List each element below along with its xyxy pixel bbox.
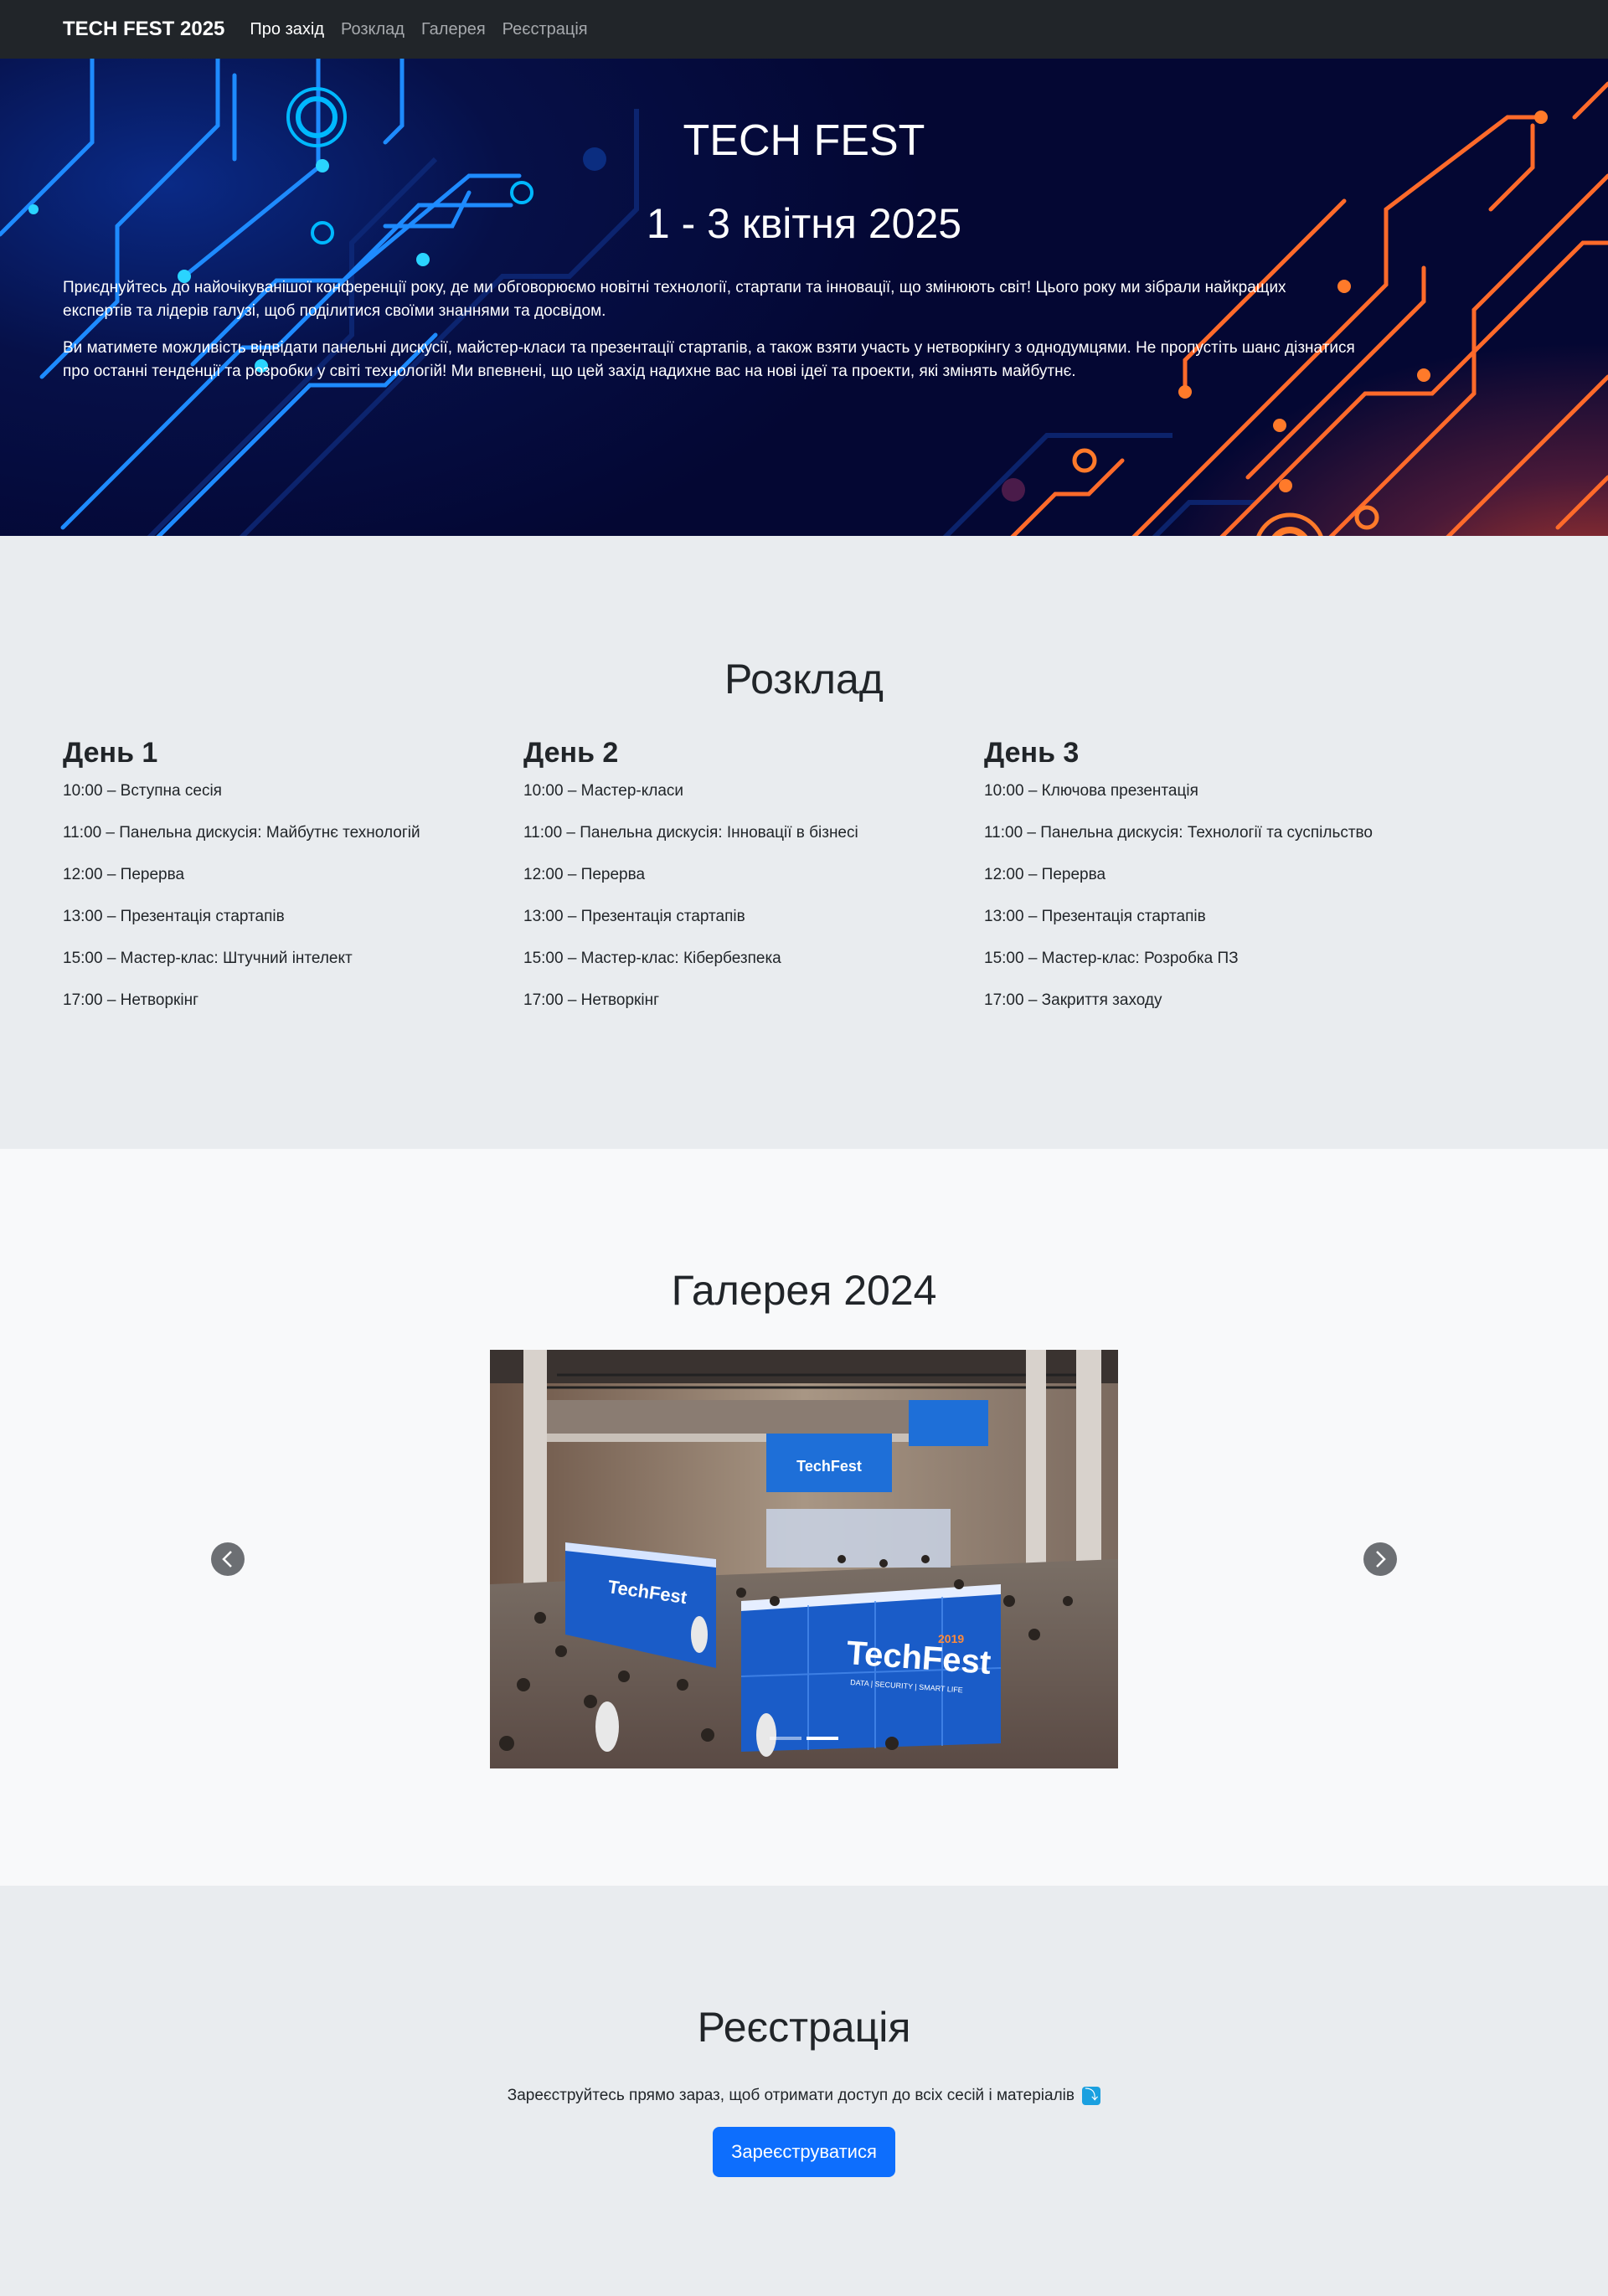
schedule-item: 15:00 – Мастер-клас: Штучний інтелект [63,950,353,967]
gallery-title: Галерея 2024 [671,1267,937,1314]
registration-section: Реєстрація Зареєструйтесь прямо зараз, щ… [0,1886,1608,2296]
hero-paragraph-1: Приєднуйтесь до найочікуванішої конферен… [63,279,1286,320]
carousel[interactable]: TechFest TechFest TechFest 2019 DATA | S… [490,1350,1118,1768]
schedule-item: 10:00 – Ключова презентація [984,782,1198,800]
hero-title: TECH FEST [683,116,925,165]
carousel-prev-button[interactable] [211,1542,245,1576]
chevron-left-icon [222,1551,232,1568]
day-title: День 2 [523,737,619,769]
nav-item-about[interactable]: Про захід [250,20,324,39]
schedule-section: Розклад День 1 10:00 – Вступна сесія 11:… [0,536,1608,1149]
photo-sign-year: 2019 [938,1632,964,1645]
schedule-item: 10:00 – Вступна сесія [63,782,222,800]
schedule-item: 17:00 – Нетворкінг [63,991,199,1009]
nav-item-schedule[interactable]: Розклад [341,20,405,39]
gallery-section: Галерея 2024 TechFest TechFest TechFest … [0,1149,1608,1886]
schedule-day-2: День 2 10:00 – Мастер-класи 11:00 – Пане… [523,737,984,1032]
day-title: День 1 [63,737,158,769]
schedule-item: 13:00 – Презентація стартапів [984,908,1206,925]
schedule-item: 13:00 – Презентація стартапів [523,908,745,925]
nav-item-registration[interactable]: Реєстрація [502,20,588,39]
schedule-item: 12:00 – Перерва [523,866,646,883]
arrow-down-emoji-icon: ⤵ [1082,2087,1101,2105]
schedule-days: День 1 10:00 – Вступна сесія 11:00 – Пан… [63,737,1545,1032]
schedule-title: Розклад [724,656,884,703]
schedule-item: 11:00 – Панельна дискусія: Інновації в б… [523,824,858,842]
schedule-item: 17:00 – Нетворкінг [523,991,660,1009]
schedule-day-3: День 3 10:00 – Ключова презентація 11:00… [984,737,1445,1032]
navbar: TECH FEST 2025 Про захід Розклад Галерея… [0,0,1608,59]
navbar-brand[interactable]: TECH FEST 2025 [63,18,224,41]
carousel-indicator-2[interactable] [807,1737,838,1740]
carousel-next-button[interactable] [1363,1542,1397,1576]
hero-paragraph-2: Ви матимете можливість відвідати панельн… [63,339,1355,380]
schedule-item: 12:00 – Перерва [63,866,185,883]
schedule-item: 17:00 – Закриття заходу [984,991,1162,1009]
schedule-item: 15:00 – Мастер-клас: Розробка ПЗ [984,950,1239,967]
schedule-item: 15:00 – Мастер-клас: Кібербезпека [523,950,781,967]
carousel-indicator-1[interactable] [770,1737,801,1740]
registration-title: Реєстрація [697,2004,911,2051]
nav-item-gallery[interactable]: Галерея [421,20,486,39]
hero-section: TECH FEST 1 - 3 квітня 2025 Приєднуйтесь… [0,59,1608,536]
schedule-item: 10:00 – Мастер-класи [523,782,684,800]
schedule-item: 11:00 – Панельна дискусія: Технології та… [984,824,1373,842]
registration-text: Зареєструйтесь прямо зараз, щоб отримати… [0,2087,1608,2105]
register-button[interactable]: Зареєструватися [713,2127,895,2178]
schedule-item: 13:00 – Презентація стартапів [63,908,285,925]
registration-text-label: Зареєструйтесь прямо зараз, щоб отримати… [507,2087,1075,2105]
chevron-right-icon [1376,1551,1386,1568]
schedule-day-1: День 1 10:00 – Вступна сесія 11:00 – Пан… [63,737,523,1032]
gallery-photo: TechFest TechFest TechFest 2019 DATA | S… [490,1350,1118,1768]
schedule-item: 11:00 – Панельна дискусія: Майбутнє техн… [63,824,420,842]
schedule-item: 12:00 – Перерва [984,866,1106,883]
carousel-indicators [770,1737,838,1740]
day-title: День 3 [984,737,1080,769]
photo-screen-text: TechFest [796,1458,862,1475]
hero-date: 1 - 3 квітня 2025 [646,200,962,247]
